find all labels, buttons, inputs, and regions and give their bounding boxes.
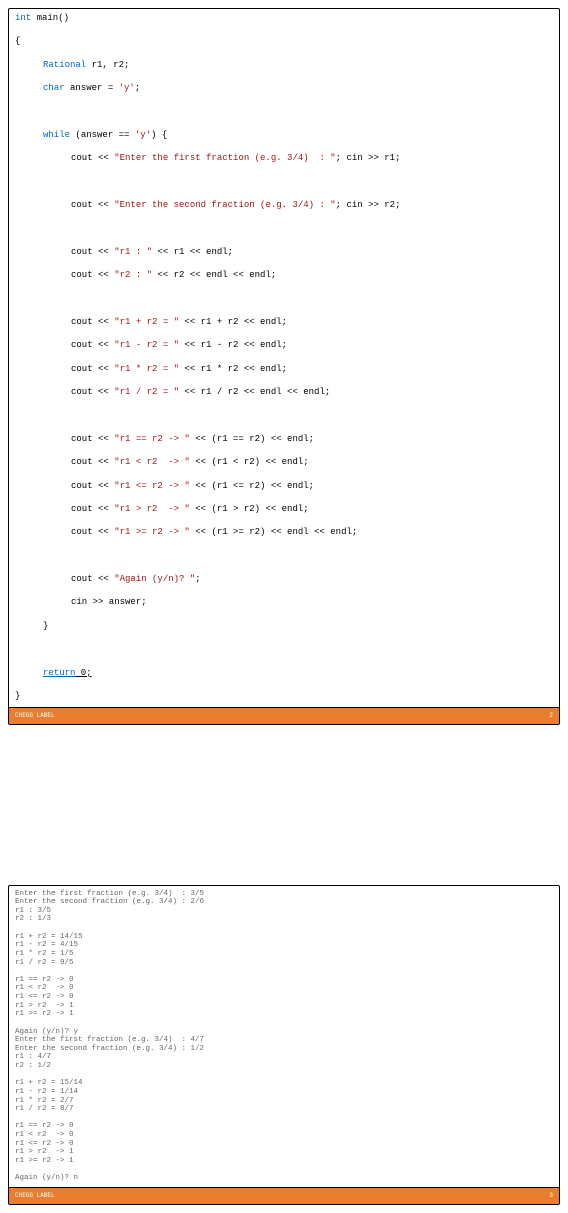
kw: int — [15, 13, 31, 23]
s: "r2 : " — [114, 270, 152, 280]
s: "r1 < r2 -> " — [114, 457, 190, 467]
t: << r1 + r2 << endl; — [179, 317, 287, 327]
s: "r1 : " — [114, 247, 152, 257]
s: "r1 * r2 = " — [114, 364, 179, 374]
t: << r1 << endl; — [152, 247, 233, 257]
kw: return — [43, 668, 75, 678]
program-output: Enter the first fraction (e.g. 3/4) : 3/… — [15, 890, 553, 1183]
t: } — [43, 621, 48, 631]
t: (answer == — [70, 130, 135, 140]
panel-footer: CHEGG LABEL 3 — [9, 1187, 559, 1204]
t: << (r1 >= r2) << endl << endl; — [190, 527, 357, 537]
t: } — [15, 691, 553, 703]
t: << r1 * r2 << endl; — [179, 364, 287, 374]
t: cout << — [71, 200, 114, 210]
t: << r1 / r2 << endl << endl; — [179, 387, 330, 397]
t: r1, r2; — [86, 60, 129, 70]
code-body: int main() { Rational r1, r2; char answe… — [9, 9, 559, 707]
t: ; cin >> r2; — [336, 200, 401, 210]
code-block: int main() { Rational r1, r2; char answe… — [15, 13, 553, 703]
s: "r1 == r2 -> " — [114, 434, 190, 444]
t: answer = — [65, 83, 119, 93]
t: cout << — [71, 317, 114, 327]
s: "Enter the first fraction (e.g. 3/4) : " — [114, 153, 335, 163]
kw: while — [43, 130, 70, 140]
t: ) { — [151, 130, 167, 140]
t: cout << — [71, 364, 114, 374]
t: cout << — [71, 340, 114, 350]
kw: char — [43, 83, 65, 93]
page-number: 2 — [549, 712, 553, 720]
s: "Again (y/n)? " — [114, 574, 195, 584]
footer-label: CHEGG LABEL — [15, 712, 55, 720]
t: << r2 << endl << endl; — [152, 270, 276, 280]
spacer — [8, 725, 560, 885]
t: cout << — [71, 434, 114, 444]
t: { — [15, 36, 553, 48]
t: main() — [31, 13, 69, 23]
t: << (r1 > r2) << endl; — [190, 504, 309, 514]
t: cin >> answer; — [71, 597, 147, 607]
ch: 'y' — [135, 130, 151, 140]
s: "r1 > r2 -> " — [114, 504, 190, 514]
t: << (r1 < r2) << endl; — [190, 457, 309, 467]
s: "r1 + r2 = " — [114, 317, 179, 327]
t: cout << — [71, 504, 114, 514]
t: cout << — [71, 457, 114, 467]
s: "r1 <= r2 -> " — [114, 481, 190, 491]
code-panel: int main() { Rational r1, r2; char answe… — [8, 8, 560, 725]
t: ; — [135, 83, 140, 93]
s: "Enter the second fraction (e.g. 3/4) : … — [114, 200, 335, 210]
s: "r1 >= r2 -> " — [114, 527, 190, 537]
output-body: Enter the first fraction (e.g. 3/4) : 3/… — [9, 886, 559, 1187]
t: 0; — [75, 668, 91, 678]
t: cout << — [71, 481, 114, 491]
t: cout << — [71, 247, 114, 257]
kw: Rational — [43, 60, 86, 70]
t: cout << — [71, 270, 114, 280]
s: "r1 / r2 = " — [114, 387, 179, 397]
ch: 'y' — [119, 83, 135, 93]
t: cout << — [71, 527, 114, 537]
t: cout << — [71, 574, 114, 584]
t: << (r1 == r2) << endl; — [190, 434, 314, 444]
t: ; cin >> r1; — [336, 153, 401, 163]
page-number: 3 — [549, 1192, 553, 1200]
t: << (r1 <= r2) << endl; — [190, 481, 314, 491]
t: ; — [195, 574, 200, 584]
panel-footer: CHEGG LABEL 2 — [9, 707, 559, 724]
t: cout << — [71, 153, 114, 163]
output-panel: Enter the first fraction (e.g. 3/4) : 3/… — [8, 885, 560, 1205]
s: "r1 - r2 = " — [114, 340, 179, 350]
t: << r1 - r2 << endl; — [179, 340, 287, 350]
t: cout << — [71, 387, 114, 397]
footer-label: CHEGG LABEL — [15, 1192, 55, 1200]
